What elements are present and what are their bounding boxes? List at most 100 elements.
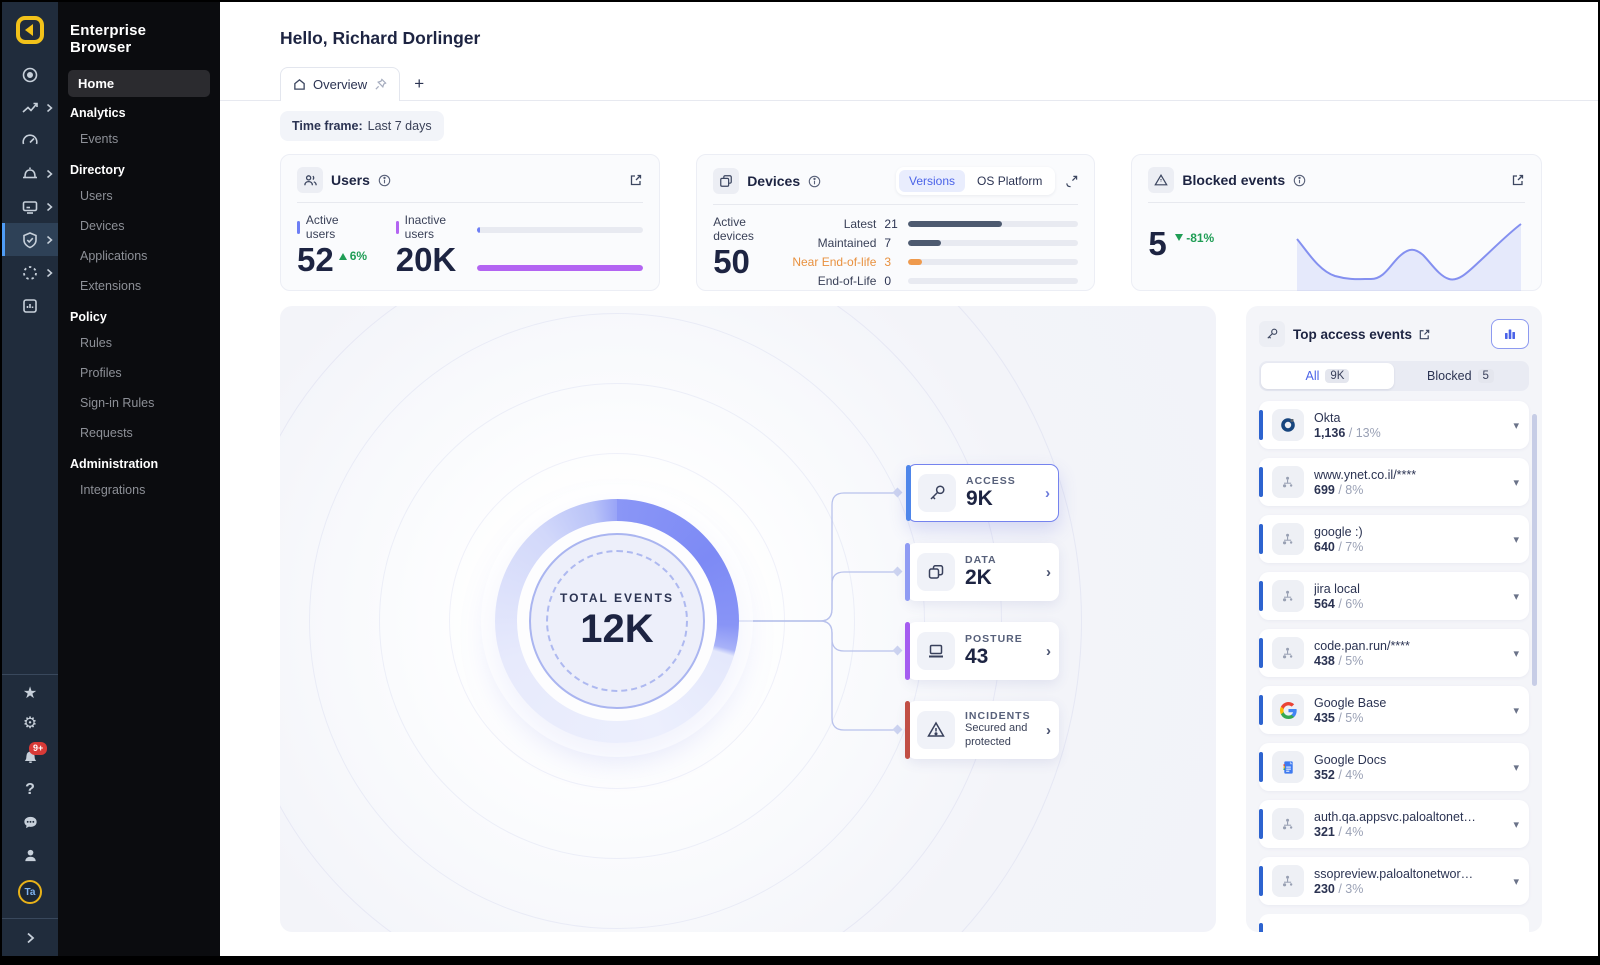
sidebar-item-devices[interactable]: Devices xyxy=(58,211,220,241)
blocked-events-card: Blocked events 5 -81% xyxy=(1131,154,1542,291)
notification-badge: 9+ xyxy=(29,742,47,755)
list-item[interactable]: Google Base 435 / 5% ▾ xyxy=(1259,686,1529,734)
sidebar-item-rules[interactable]: Rules xyxy=(58,328,220,358)
sidebar-item-extensions[interactable]: Extensions xyxy=(58,271,220,301)
users-bars xyxy=(477,213,643,279)
chevron-right-icon: › xyxy=(1046,722,1051,739)
active-users-stat: Active users 52 6% xyxy=(297,213,370,279)
stat-cards-row: Users Active users 52 6% xyxy=(280,154,1542,291)
nav-section-administration: Administration xyxy=(58,448,220,475)
devices-card-title: Devices xyxy=(747,173,800,189)
brand-logo-icon[interactable] xyxy=(2,2,58,58)
tab-overview[interactable]: Overview xyxy=(280,67,400,101)
list-item[interactable]: jira local 564 / 6% ▾ xyxy=(1259,572,1529,620)
nav-section-policy: Policy xyxy=(58,301,220,328)
info-icon[interactable] xyxy=(808,175,821,188)
events-flow-panel: TOTAL EVENTS 12K xyxy=(280,306,1216,932)
app-title: Enterprise Browser xyxy=(58,16,220,70)
list-item[interactable]: google :) 640 / 7% ▾ xyxy=(1259,515,1529,563)
chevron-down-icon[interactable]: ▾ xyxy=(1513,590,1519,603)
sidebar-item-events[interactable]: Events xyxy=(58,124,220,154)
expand-sidebar-icon[interactable] xyxy=(2,918,58,956)
sidebar-item-home[interactable]: Home xyxy=(68,70,210,97)
devices-card-icon xyxy=(713,168,739,194)
analytics-icon[interactable] xyxy=(2,91,58,124)
flow-connectors xyxy=(280,306,1215,932)
list-item[interactable]: code.pan.run/**** 438 / 5% ▾ xyxy=(1259,629,1529,677)
chevron-down-icon[interactable]: ▾ xyxy=(1513,761,1519,774)
sidebar-item-integrations[interactable]: Integrations xyxy=(58,475,220,505)
scrollbar-thumb[interactable] xyxy=(1532,414,1537,686)
user-icon[interactable] xyxy=(2,839,58,872)
list-item-partial[interactable] xyxy=(1259,914,1529,932)
expand-icon[interactable] xyxy=(1065,175,1078,188)
info-icon[interactable] xyxy=(1293,174,1306,187)
active-devices-stat: Active devices 50 xyxy=(713,215,774,281)
sidebar-item-users[interactable]: Users xyxy=(58,181,220,211)
reports-icon[interactable] xyxy=(2,289,58,322)
feedback-icon[interactable] xyxy=(2,806,58,839)
help-icon[interactable]: ? xyxy=(2,773,58,806)
security-icon[interactable] xyxy=(2,223,58,256)
nav-panel: Enterprise Browser Home Analytics Events… xyxy=(58,2,220,956)
alerts-icon[interactable] xyxy=(2,157,58,190)
site-favicon xyxy=(1272,466,1304,498)
avatar[interactable]: Ta xyxy=(2,872,58,912)
posture-node-card[interactable]: POSTURE 43 › xyxy=(907,622,1059,680)
dashboard-icon[interactable] xyxy=(2,124,58,157)
top-events-list: Okta 1,136 / 13% ▾ www.ynet.co.il/**** 6… xyxy=(1259,401,1529,932)
blocked-events-value: 5 xyxy=(1148,225,1166,262)
total-events-label: TOTAL EVENTS xyxy=(560,591,674,605)
external-link-icon[interactable] xyxy=(629,173,643,187)
pin-icon[interactable] xyxy=(374,78,387,91)
incidents-node-card[interactable]: INCIDENTS Secured and protected › xyxy=(907,701,1059,759)
favorites-icon[interactable]: ★ xyxy=(2,674,58,707)
key-icon xyxy=(918,474,956,512)
sidebar-item-applications[interactable]: Applications xyxy=(58,241,220,271)
devices-icon[interactable] xyxy=(2,190,58,223)
sidebar-item-signin-rules[interactable]: Sign-in Rules xyxy=(58,388,220,418)
device-version-rows: Latest21 Maintained7 Near End-of-life3 E… xyxy=(774,215,1078,288)
chevron-down-icon[interactable]: ▾ xyxy=(1513,875,1519,888)
key-icon xyxy=(1259,321,1285,347)
access-node-card[interactable]: ACCESS 9K › xyxy=(907,464,1059,522)
process-icon[interactable] xyxy=(2,256,58,289)
chevron-down-icon[interactable]: ▾ xyxy=(1513,533,1519,546)
chevron-down-icon[interactable]: ▾ xyxy=(1513,476,1519,489)
add-tab-button[interactable]: + xyxy=(414,74,424,100)
site-favicon xyxy=(1272,580,1304,612)
chevron-down-icon[interactable]: ▾ xyxy=(1513,419,1519,432)
info-icon[interactable] xyxy=(378,174,391,187)
chart-view-button[interactable] xyxy=(1491,319,1529,349)
notifications-icon[interactable]: 9+ xyxy=(2,740,58,773)
list-item[interactable]: ssopreview.paloaltonetworks.... 230 / 3%… xyxy=(1259,857,1529,905)
target-icon[interactable] xyxy=(2,58,58,91)
chevron-down-icon[interactable]: ▾ xyxy=(1513,647,1519,660)
external-link-icon[interactable] xyxy=(1418,328,1431,341)
toggle-os-platform[interactable]: OS Platform xyxy=(967,170,1052,192)
total-events-donut: TOTAL EVENTS 12K xyxy=(495,499,739,743)
toggle-versions[interactable]: Versions xyxy=(899,170,965,192)
blocked-events-title: Blocked events xyxy=(1182,172,1285,188)
list-item[interactable]: auth.qa.appsvc.paloaltonetwo... 321 / 4%… xyxy=(1259,800,1529,848)
data-node-card[interactable]: DATA 2K › xyxy=(907,543,1059,601)
settings-icon[interactable]: ⚙ xyxy=(2,707,58,740)
sidebar-item-profiles[interactable]: Profiles xyxy=(58,358,220,388)
active-devices-value: 50 xyxy=(713,243,774,281)
external-link-icon[interactable] xyxy=(1511,173,1525,187)
list-item[interactable]: www.ynet.co.il/**** 699 / 8% ▾ xyxy=(1259,458,1529,506)
timeframe-chip[interactable]: Time frame: Last 7 days xyxy=(280,111,444,141)
chevron-down-icon[interactable]: ▾ xyxy=(1513,818,1519,831)
nav-section-analytics: Analytics xyxy=(58,97,220,124)
tab-overview-label: Overview xyxy=(313,77,367,92)
chevron-right-icon: › xyxy=(1046,643,1051,660)
tab-all[interactable]: All 9K xyxy=(1261,363,1394,389)
chevron-down-icon[interactable]: ▾ xyxy=(1513,704,1519,717)
icon-rail: ★ ⚙ 9+ ? Ta xyxy=(2,2,58,956)
users-card: Users Active users 52 6% xyxy=(280,154,660,291)
list-item[interactable]: Google Docs 352 / 4% ▾ xyxy=(1259,743,1529,791)
tab-blocked[interactable]: Blocked 5 xyxy=(1394,363,1527,389)
inactive-users-value: 20K xyxy=(396,241,477,279)
list-item[interactable]: Okta 1,136 / 13% ▾ xyxy=(1259,401,1529,449)
sidebar-item-requests[interactable]: Requests xyxy=(58,418,220,448)
